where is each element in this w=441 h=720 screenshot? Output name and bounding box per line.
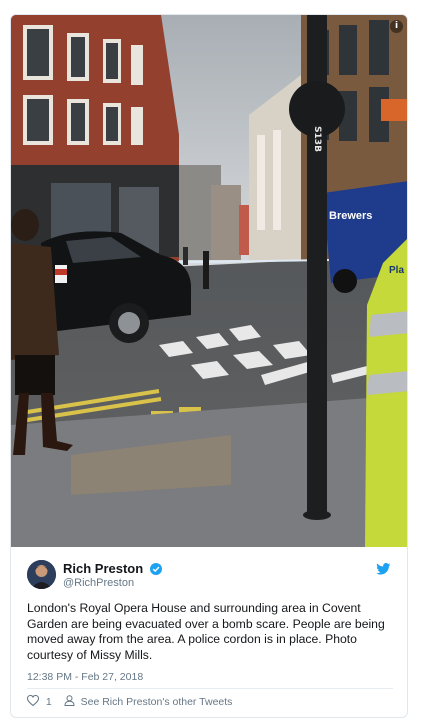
heart-icon[interactable] xyxy=(26,694,40,709)
avatar[interactable] xyxy=(27,560,56,589)
person-icon[interactable] xyxy=(64,695,75,709)
see-other-tweets-link[interactable]: See Rich Preston's other Tweets xyxy=(81,696,233,708)
author-name[interactable]: Rich Preston xyxy=(63,561,162,578)
street-scene-photo: Brewers S13B Pla xyxy=(11,15,407,547)
vest-text: Pla xyxy=(389,265,404,276)
twitter-bird-icon[interactable] xyxy=(376,562,391,580)
divider xyxy=(27,688,393,689)
author-name-text[interactable]: Rich Preston xyxy=(63,561,143,576)
actions-row: 1 See Rich Preston's other Tweets xyxy=(26,694,233,711)
like-count[interactable]: 1 xyxy=(46,696,52,708)
author-handle[interactable]: @RichPreston xyxy=(63,577,134,589)
tweet-timestamp[interactable]: 12:38 PM - Feb 27, 2018 xyxy=(27,671,143,683)
author-row[interactable]: Rich Preston @RichPreston xyxy=(27,559,393,593)
van-brand-text: Brewers xyxy=(329,210,372,222)
pole-sign-text: S13B xyxy=(312,126,322,152)
tweet-text: London's Royal Opera House and surroundi… xyxy=(27,601,385,662)
tweet-photo[interactable]: Brewers S13B Pla i xyxy=(11,15,407,547)
tweet-card[interactable]: Brewers S13B Pla i Rich Preston @RichPre… xyxy=(10,14,408,718)
verified-badge-icon xyxy=(149,563,162,578)
info-icon[interactable]: i xyxy=(390,20,403,33)
